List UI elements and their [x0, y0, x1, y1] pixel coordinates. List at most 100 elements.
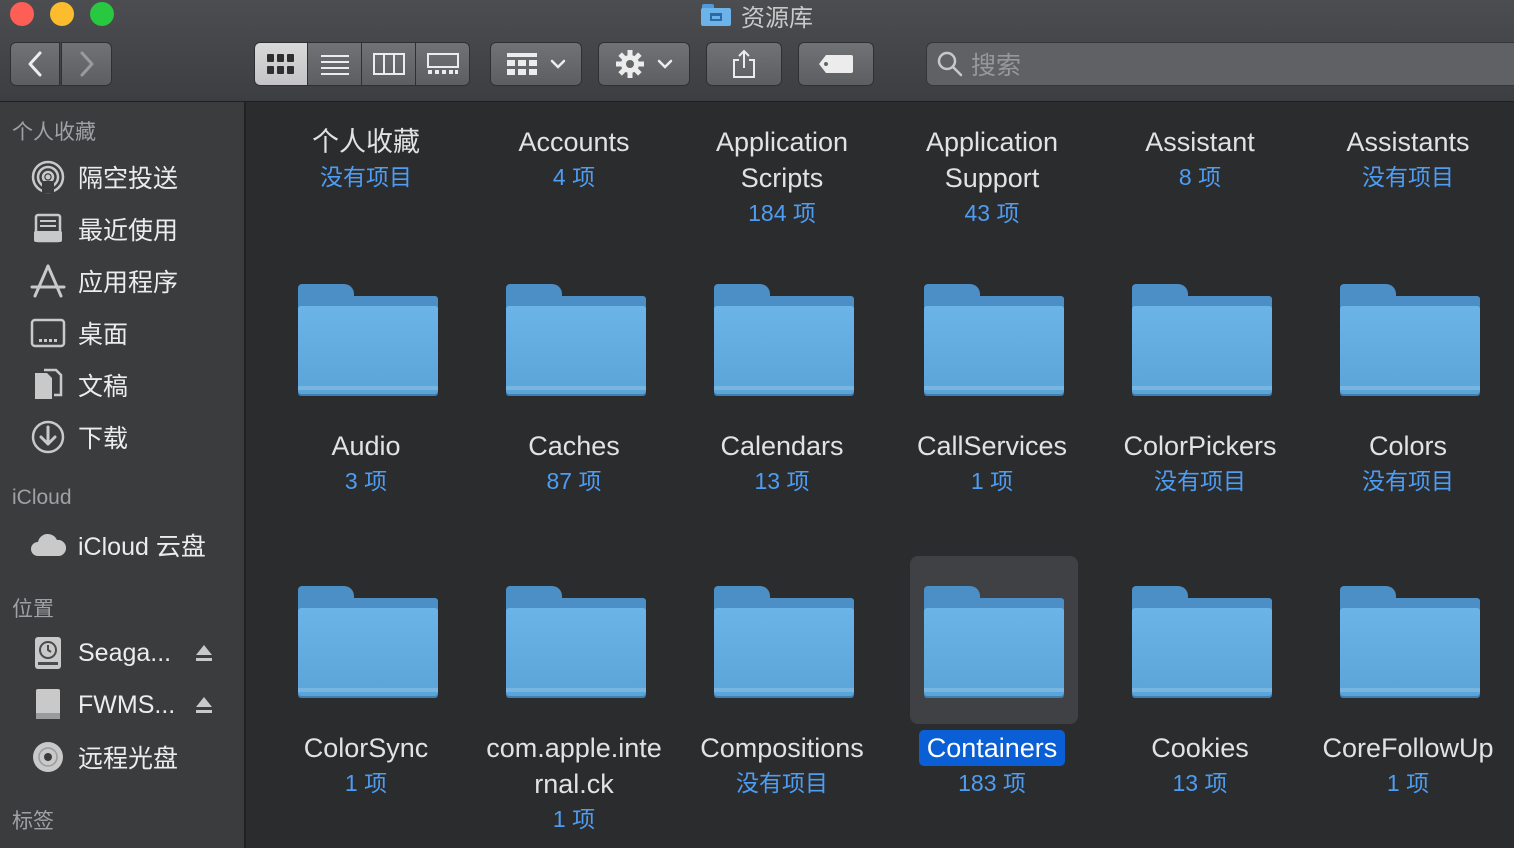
back-button[interactable] — [10, 42, 60, 86]
grid-item-caches[interactable]: Caches 87 项 — [472, 428, 676, 498]
grid-item-calendars[interactable]: Calendars 13 项 — [680, 428, 884, 498]
folder-icon[interactable] — [714, 586, 854, 698]
action-menu-button[interactable] — [598, 42, 690, 86]
sidebar-item-seagate-disk[interactable]: Seaga... — [28, 633, 171, 673]
folder-icon[interactable] — [924, 284, 1064, 396]
grid-item-callservices[interactable]: CallServices 1 项 — [890, 428, 1094, 498]
sidebar-item-airdrop[interactable]: 隔空投送 — [28, 157, 178, 197]
item-name: Assistants — [1346, 127, 1470, 157]
grid-item-colorpickers[interactable]: ColorPickers 没有项目 — [1098, 428, 1302, 498]
item-name: Accounts — [518, 127, 630, 157]
sidebar-item-label: 应用程序 — [78, 269, 179, 297]
sidebar-header-favorites: 个人收藏 — [12, 121, 96, 144]
sidebar-item-desktop[interactable]: 桌面 — [28, 313, 128, 353]
share-button[interactable] — [706, 42, 782, 86]
item-name: Assistant — [1145, 127, 1255, 157]
grid-item-application-support[interactable]: Application Support 43 项 — [890, 124, 1094, 230]
item-count: 没有项目 — [320, 164, 412, 190]
grid-item-com-apple-internal-ck[interactable]: com.apple.internal.ck 1 项 — [472, 730, 676, 836]
sidebar-item-remote-disc[interactable]: 远程光盘 — [28, 737, 178, 777]
item-count: 13 项 — [1172, 770, 1228, 796]
item-name: CoreFollowUp — [1322, 733, 1494, 763]
sidebar-header-icloud: iCloud — [12, 486, 72, 509]
list-view-icon — [320, 55, 349, 75]
item-count: 没有项目 — [1362, 164, 1454, 190]
item-name: 个人收藏 — [312, 127, 420, 157]
eject-icon[interactable] — [194, 695, 214, 715]
grid-item-assistant[interactable]: Assistant 8 项 — [1098, 124, 1302, 194]
grid-item-audio[interactable]: Audio 3 项 — [264, 428, 468, 498]
sidebar-item-label: 隔空投送 — [78, 165, 179, 193]
item-name: com.apple.internal.ck — [486, 733, 662, 799]
item-count: 没有项目 — [1362, 468, 1454, 494]
item-count: 87 项 — [546, 468, 602, 494]
folder-icon[interactable] — [298, 586, 438, 698]
item-name: Compositions — [700, 733, 864, 763]
grid-item-containers[interactable]: Containers 183 项 — [890, 730, 1094, 800]
folder-icon[interactable] — [506, 586, 646, 698]
desktop-icon — [30, 318, 66, 348]
grid-item-cookies[interactable]: Cookies 13 项 — [1098, 730, 1302, 800]
edit-tags-button[interactable] — [798, 42, 874, 86]
icon-view-icon — [267, 54, 294, 74]
grid-item-colors[interactable]: Colors 没有项目 — [1306, 428, 1510, 498]
sidebar-item-applications[interactable]: 应用程序 — [28, 261, 178, 301]
sidebar-item-icloud-drive[interactable]: iCloud 云盘 — [28, 525, 206, 565]
folder-icon[interactable] — [714, 284, 854, 396]
icon-view-button[interactable] — [254, 42, 308, 86]
external-disk-icon — [36, 689, 60, 719]
selected-item-name: Containers — [918, 730, 1066, 766]
column-view-button[interactable] — [362, 42, 416, 86]
sidebar-item-label: FWMS... — [78, 690, 176, 719]
sidebar-item-label: 文稿 — [78, 373, 129, 401]
folder-icon[interactable] — [1340, 284, 1480, 396]
chevron-right-icon — [80, 51, 93, 77]
item-count: 43 项 — [964, 200, 1020, 226]
sidebar-item-fwms-disk[interactable]: FWMS... — [28, 685, 175, 725]
search-placeholder: 搜索 — [971, 52, 1022, 80]
applications-icon — [30, 264, 66, 298]
file-icon-grid: 个人收藏 没有项目 Accounts 4 项 Application Scrip… — [246, 102, 1514, 848]
eject-icon[interactable] — [194, 643, 214, 663]
search-icon — [937, 51, 963, 77]
folder-icon[interactable] — [298, 284, 438, 396]
folder-icon[interactable] — [506, 284, 646, 396]
group-grid-icon — [507, 53, 537, 75]
sidebar-item-downloads[interactable]: 下载 — [28, 417, 128, 457]
selected-folder-icon[interactable] — [924, 586, 1064, 698]
grid-item-accounts[interactable]: Accounts 4 项 — [472, 124, 676, 194]
share-icon — [733, 49, 755, 78]
item-count: 183 项 — [958, 770, 1026, 796]
sidebar-item-label: 桌面 — [78, 321, 129, 349]
sidebar-item-label: 最近使用 — [78, 217, 179, 245]
folder-icon[interactable] — [1340, 586, 1480, 698]
grid-item-application-scripts[interactable]: Application Scripts 184 项 — [680, 124, 884, 230]
item-name: Audio — [331, 431, 401, 461]
item-count: 1 项 — [1386, 770, 1430, 796]
chevron-down-icon — [550, 59, 566, 69]
grid-item-assistants[interactable]: Assistants 没有项目 — [1306, 124, 1510, 194]
search-field[interactable]: 搜索 — [926, 42, 1514, 86]
list-view-button[interactable] — [308, 42, 362, 86]
grid-item-compositions[interactable]: Compositions 没有项目 — [680, 730, 884, 800]
item-name: Colors — [1368, 431, 1448, 461]
item-count: 1 项 — [552, 806, 596, 832]
chevron-left-icon — [28, 51, 42, 77]
sidebar-header-tags: 标签 — [12, 810, 54, 833]
grid-item-favorites[interactable]: 个人收藏 没有项目 — [264, 124, 468, 194]
grid-item-corefollowup[interactable]: CoreFollowUp 1 项 — [1306, 730, 1510, 800]
sidebar-item-recents[interactable]: 最近使用 — [28, 209, 178, 249]
sidebar: 个人收藏 隔空投送 最近使用 应用程序 桌面 文稿 下载 iCloud iClo… — [0, 102, 246, 848]
sidebar-item-documents[interactable]: 文稿 — [28, 365, 128, 405]
grid-item-colorsync[interactable]: ColorSync 1 项 — [264, 730, 468, 800]
forward-button[interactable] — [61, 42, 112, 86]
sidebar-item-label: iCloud 云盘 — [78, 533, 206, 561]
folder-icon[interactable] — [1132, 586, 1272, 698]
item-name: Application Support — [925, 127, 1059, 193]
group-by-button[interactable] — [490, 42, 582, 86]
folder-icon[interactable] — [1132, 284, 1272, 396]
item-count: 1 项 — [970, 468, 1014, 494]
chevron-down-icon — [657, 59, 673, 69]
gallery-view-button[interactable] — [416, 42, 470, 86]
view-mode-group — [254, 42, 470, 86]
